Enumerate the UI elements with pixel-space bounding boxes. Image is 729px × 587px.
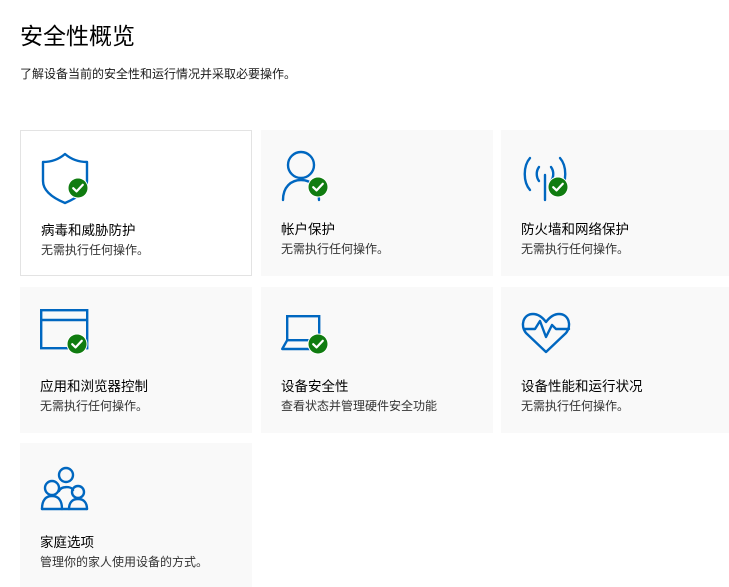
page-subtitle: 了解设备当前的安全性和运行情况并采取必要操作。 [20,67,297,81]
tile-device-security[interactable]: 设备安全性 查看状态并管理硬件安全功能 [261,287,493,433]
tile-status: 管理你的家人使用设备的方式。 [40,555,209,569]
status-ok-check-icon [547,176,569,198]
tile-title: 防火墙和网络保护 [521,222,629,238]
tile-app-browser-control[interactable]: 应用和浏览器控制 无需执行任何操作。 [20,287,252,433]
security-overview-page: 安全性概览 了解设备当前的安全性和运行情况并采取必要操作。 病毒和威胁防护 无需… [0,0,729,587]
tile-status: 无需执行任何操作。 [521,242,630,256]
tile-title: 设备安全性 [281,379,349,395]
tile-account-protection[interactable]: 帐户保护 无需执行任何操作。 [261,130,493,276]
tile-status: 查看状态并管理硬件安全功能 [281,399,438,413]
status-ok-check-icon [307,333,329,355]
tile-title: 家庭选项 [40,535,94,551]
status-ok-check-icon [66,333,88,355]
heart-pulse-icon [521,307,573,359]
tile-title: 应用和浏览器控制 [40,379,148,395]
tile-device-performance-health[interactable]: 设备性能和运行状况 无需执行任何操作。 [501,287,729,433]
tile-title: 病毒和威胁防护 [41,223,136,239]
tile-status: 无需执行任何操作。 [281,242,390,256]
status-ok-check-icon [307,176,329,198]
tile-firewall-network-protection[interactable]: 防火墙和网络保护 无需执行任何操作。 [501,130,729,276]
tile-status: 无需执行任何操作。 [41,243,150,257]
status-ok-check-icon [67,177,89,199]
tile-status: 无需执行任何操作。 [40,399,149,413]
tile-title: 设备性能和运行状况 [521,379,643,395]
tile-status: 无需执行任何操作。 [521,399,630,413]
tile-virus-threat-protection[interactable]: 病毒和威胁防护 无需执行任何操作。 [20,130,252,276]
family-icon [40,463,92,515]
tile-family-options[interactable]: 家庭选项 管理你的家人使用设备的方式。 [20,443,252,587]
page-title: 安全性概览 [20,24,135,50]
tile-title: 帐户保护 [281,222,335,238]
